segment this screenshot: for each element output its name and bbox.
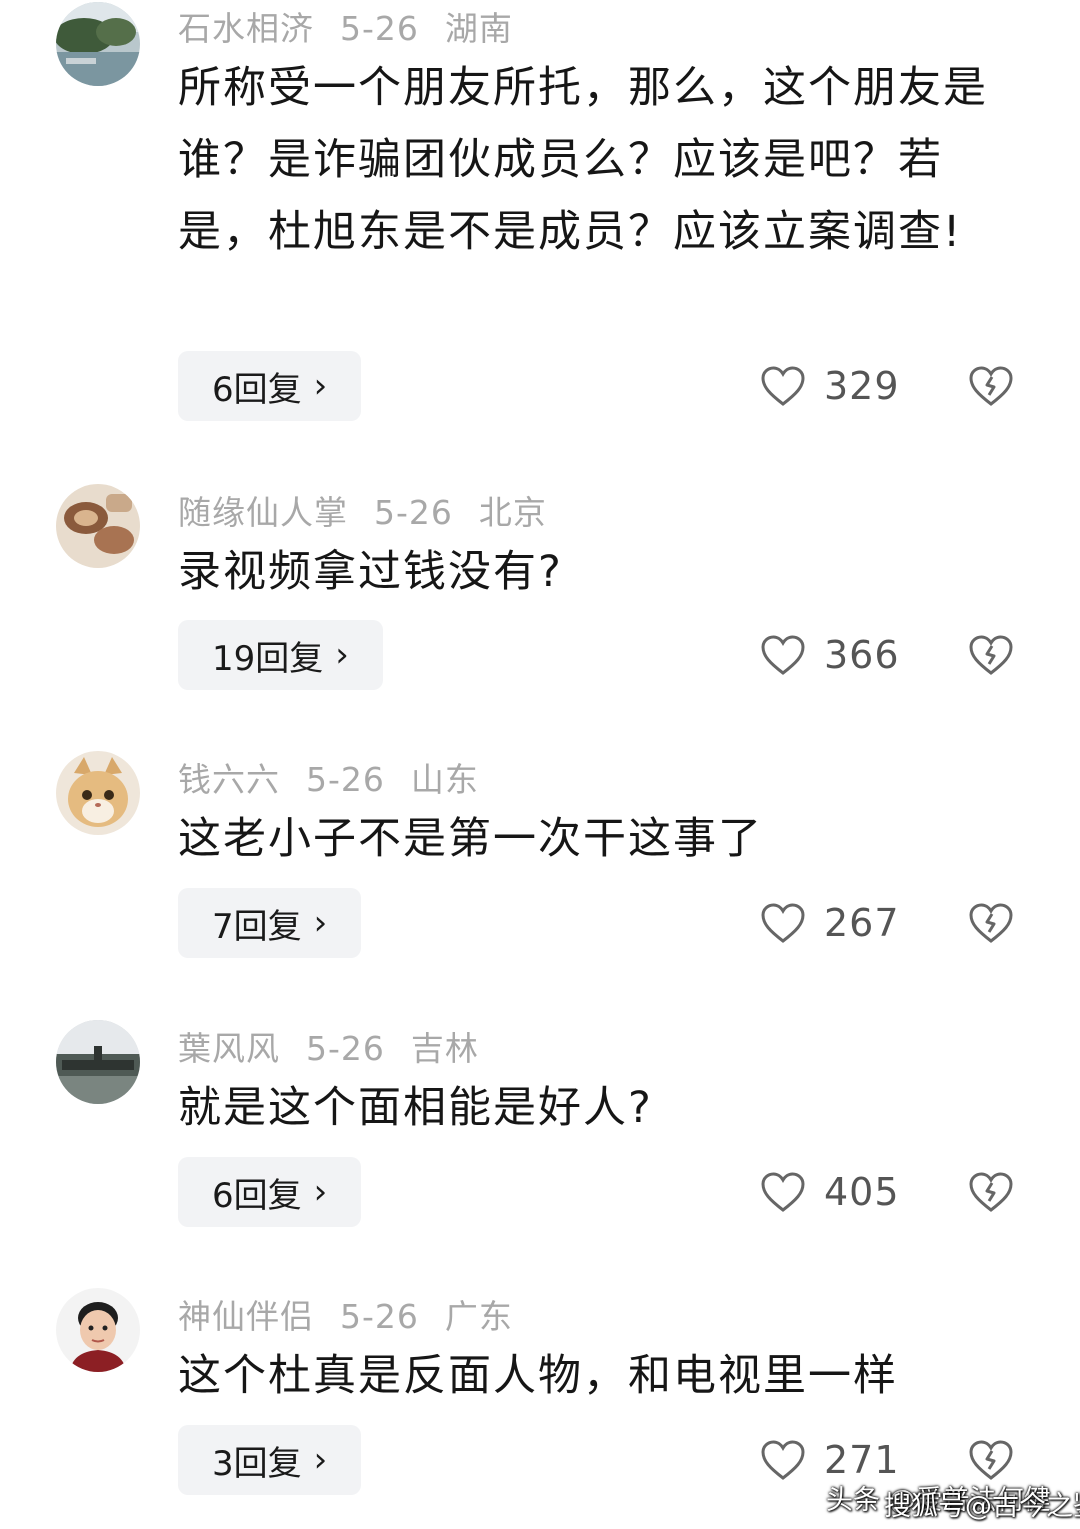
comment-text: 所称受一个朋友所托，那么，这个朋友是谁？是诈骗团伙成员么？应该是吧？若是，杜旭东… bbox=[178, 63, 988, 257]
heart-icon bbox=[761, 903, 805, 943]
like-button[interactable]: 267 bbox=[760, 888, 900, 958]
chevron-right-icon: › bbox=[313, 1172, 328, 1212]
replies-button[interactable]: 6回复 › bbox=[178, 351, 362, 421]
heart-icon bbox=[761, 366, 805, 406]
comment-date: 5-26 bbox=[340, 1297, 419, 1336]
cat-avatar-icon bbox=[56, 751, 140, 835]
broken-heart-icon bbox=[969, 635, 1013, 675]
broken-heart-icon bbox=[969, 903, 1013, 943]
landscape-avatar-icon bbox=[56, 2, 140, 86]
comment-location: 湖南 bbox=[444, 9, 513, 48]
username[interactable]: 神仙伴侣 bbox=[178, 1297, 314, 1336]
replies-label: 19回复 bbox=[212, 638, 324, 679]
comment-text: 这个杜真是反面人物，和电视里一样 bbox=[178, 1351, 898, 1401]
like-count: 405 bbox=[824, 1170, 900, 1214]
user-avatar[interactable] bbox=[56, 1288, 140, 1372]
replies-button[interactable]: 7回复 › bbox=[178, 888, 362, 958]
comment-meta: 神仙伴侣 5-26 广东 bbox=[178, 1290, 539, 1338]
chevron-right-icon: › bbox=[313, 903, 328, 943]
username[interactable]: 石水相济 bbox=[178, 9, 314, 48]
comment-meta: 随缘仙人掌 5-26 北京 bbox=[178, 486, 573, 534]
comment-meta: 葉风风 5-26 吉林 bbox=[178, 1022, 505, 1070]
broken-heart-icon bbox=[969, 1172, 1013, 1212]
like-button[interactable]: 366 bbox=[760, 620, 900, 690]
food-avatar-icon bbox=[56, 484, 140, 568]
comment-date: 5-26 bbox=[340, 9, 419, 48]
comment-date: 5-26 bbox=[374, 493, 453, 532]
heart-icon bbox=[761, 635, 805, 675]
broken-heart-icon bbox=[969, 1440, 1013, 1480]
comment-text: 这老小子不是第一次干这事了 bbox=[178, 814, 763, 864]
comment-date: 5-26 bbox=[306, 1029, 385, 1068]
user-avatar[interactable] bbox=[56, 484, 140, 568]
child-photo-avatar-icon bbox=[56, 1288, 140, 1372]
dislike-button[interactable] bbox=[968, 1157, 1016, 1227]
username[interactable]: 随缘仙人掌 bbox=[178, 493, 348, 532]
dislike-button[interactable] bbox=[968, 888, 1016, 958]
comment-location: 北京 bbox=[478, 493, 547, 532]
comment-text: 录视频拿过钱没有? bbox=[178, 547, 563, 597]
like-count: 329 bbox=[824, 364, 900, 408]
replies-button[interactable]: 6回复 › bbox=[178, 1157, 362, 1227]
aircraft-avatar-icon bbox=[56, 1020, 140, 1104]
comment-date: 5-26 bbox=[306, 760, 385, 799]
dislike-button[interactable] bbox=[968, 351, 1016, 421]
like-button[interactable]: 329 bbox=[760, 351, 900, 421]
comment-location: 吉林 bbox=[410, 1029, 479, 1068]
heart-icon bbox=[761, 1440, 805, 1480]
user-avatar[interactable] bbox=[56, 751, 140, 835]
watermark: 头条 @爱普法何健 搜狐号@古今之鉴 bbox=[826, 1478, 1080, 1522]
chevron-right-icon: › bbox=[313, 366, 328, 406]
like-count: 271 bbox=[824, 1438, 900, 1482]
comment-meta: 石水相济 5-26 湖南 bbox=[178, 2, 539, 50]
broken-heart-icon bbox=[969, 366, 1013, 406]
replies-label: 3回复 bbox=[212, 1443, 302, 1484]
like-count: 366 bbox=[824, 633, 900, 677]
dislike-button[interactable] bbox=[968, 620, 1016, 690]
user-avatar[interactable] bbox=[56, 2, 140, 86]
heart-icon bbox=[761, 1172, 805, 1212]
chevron-right-icon: › bbox=[313, 1440, 328, 1480]
comment-text: 就是这个面相能是好人? bbox=[178, 1083, 653, 1133]
replies-label: 7回复 bbox=[212, 906, 302, 947]
like-count: 267 bbox=[824, 901, 900, 945]
replies-button[interactable]: 19回复 › bbox=[178, 620, 383, 690]
replies-button[interactable]: 3回复 › bbox=[178, 1425, 362, 1495]
comment-location: 广东 bbox=[444, 1297, 513, 1336]
username[interactable]: 葉风风 bbox=[178, 1029, 280, 1068]
watermark-sohu: 搜狐号@古今之鉴 bbox=[884, 1491, 1080, 1522]
chevron-right-icon: › bbox=[335, 635, 349, 675]
username[interactable]: 钱六六 bbox=[178, 760, 280, 799]
like-button[interactable]: 405 bbox=[760, 1157, 900, 1227]
comment-location: 山东 bbox=[410, 760, 479, 799]
replies-label: 6回复 bbox=[212, 369, 302, 410]
replies-label: 6回复 bbox=[212, 1175, 302, 1216]
comment-meta: 钱六六 5-26 山东 bbox=[178, 753, 505, 801]
user-avatar[interactable] bbox=[56, 1020, 140, 1104]
